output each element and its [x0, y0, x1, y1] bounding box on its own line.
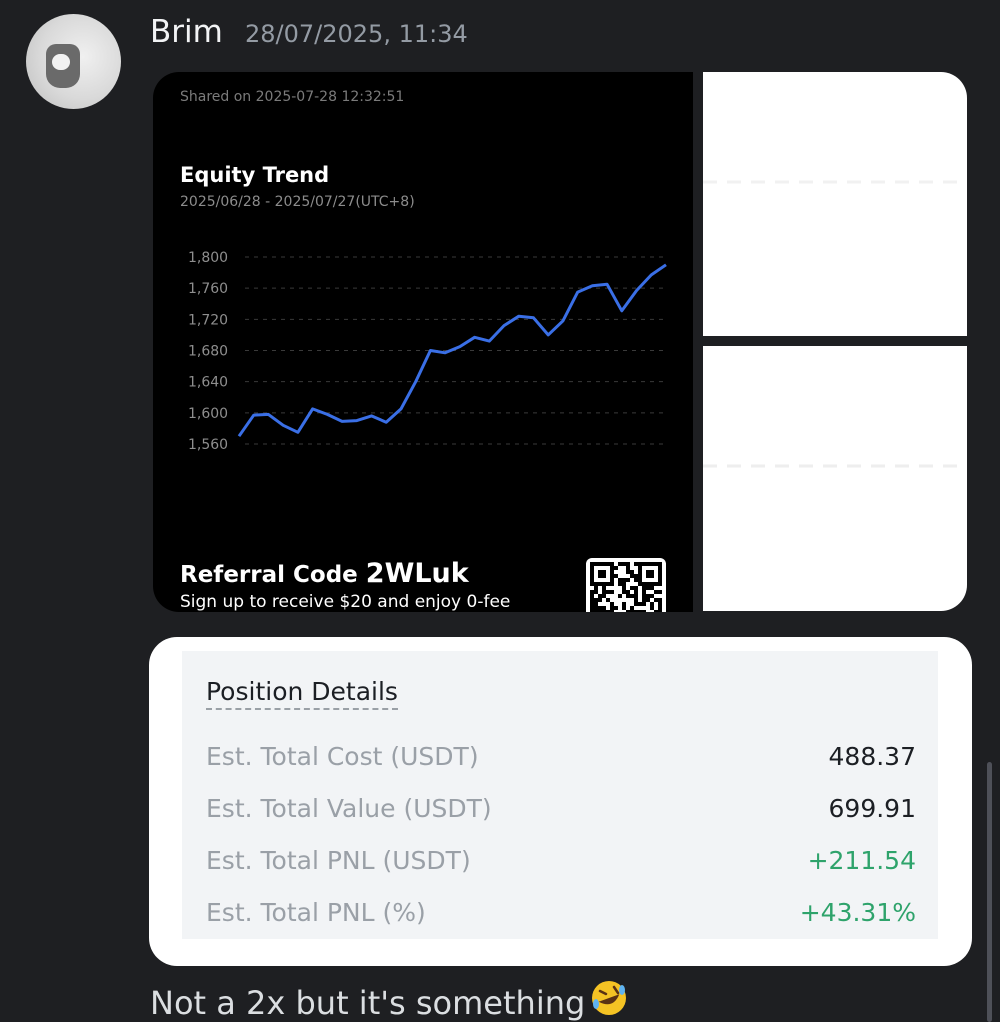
scrollbar[interactable] [987, 762, 992, 1022]
position-details-panel: Position Details Est. Total Cost (USDT) … [182, 651, 938, 939]
user-avatar[interactable] [26, 14, 121, 109]
referral-label: Referral Code [180, 562, 358, 588]
detail-label: Est. Total PNL (USDT) [206, 846, 471, 875]
detail-label: Est. Total Cost (USDT) [206, 742, 479, 771]
shared-date: Shared on 2025-07-28 12:32:51 [180, 89, 405, 105]
y-tick-label: 1,800 [188, 250, 228, 266]
message-timestamp: 28/07/2025, 11:34 [245, 20, 468, 48]
y-tick-label: 1,560 [188, 437, 228, 453]
attachment-image-3[interactable] [703, 346, 967, 611]
detail-value: 488.37 [828, 742, 916, 771]
y-tick-label: 1,760 [188, 281, 228, 297]
equity-date-range: 2025/06/28 - 2025/07/27(UTC+8) [180, 194, 415, 210]
detail-value: 699.91 [828, 794, 916, 823]
detail-row: Est. Total PNL (%) +43.31% [206, 898, 916, 932]
rofl-emoji-icon [592, 981, 627, 1015]
y-tick-label: 1,680 [188, 344, 228, 360]
equity-trend-image[interactable]: Shared on 2025-07-28 12:32:51 Equity Tre… [153, 72, 693, 612]
referral-code: Referral Code 2WLuk [180, 558, 469, 589]
detail-row: Est. Total Cost (USDT) 488.37 [206, 742, 916, 776]
equity-series-line [237, 263, 667, 438]
equity-title: Equity Trend [180, 163, 330, 187]
equity-line-chart: 1,800 1,760 1,720 1,680 1,640 1,600 1,560 [188, 250, 667, 453]
y-tick-label: 1,640 [188, 375, 228, 391]
message-text: Not a 2x but it's something [150, 978, 629, 1022]
detail-value-positive: +43.31% [799, 898, 916, 927]
faint-dashed-line [703, 180, 967, 184]
message-body: Not a 2x but it's something [150, 984, 586, 1022]
detail-row: Est. Total Value (USDT) 699.91 [206, 794, 916, 828]
avatar-cat-image [46, 44, 80, 88]
attachment-image-2[interactable] [703, 72, 967, 336]
detail-value-positive: +211.54 [807, 846, 916, 875]
y-tick-label: 1,720 [188, 312, 228, 328]
qr-code-icon [586, 558, 666, 612]
username[interactable]: Brim [150, 14, 223, 50]
detail-label: Est. Total PNL (%) [206, 898, 426, 927]
position-details-image[interactable]: Position Details Est. Total Cost (USDT) … [149, 637, 972, 966]
detail-row: Est. Total PNL (USDT) +211.54 [206, 846, 916, 880]
referral-code-value: 2WLuk [365, 558, 469, 589]
referral-subtitle: Sign up to receive $20 and enjoy 0-fee [180, 592, 511, 612]
detail-label: Est. Total Value (USDT) [206, 794, 492, 823]
y-tick-label: 1,600 [188, 406, 228, 422]
faint-dashed-line [703, 464, 967, 468]
position-details-title: Position Details [206, 677, 398, 710]
